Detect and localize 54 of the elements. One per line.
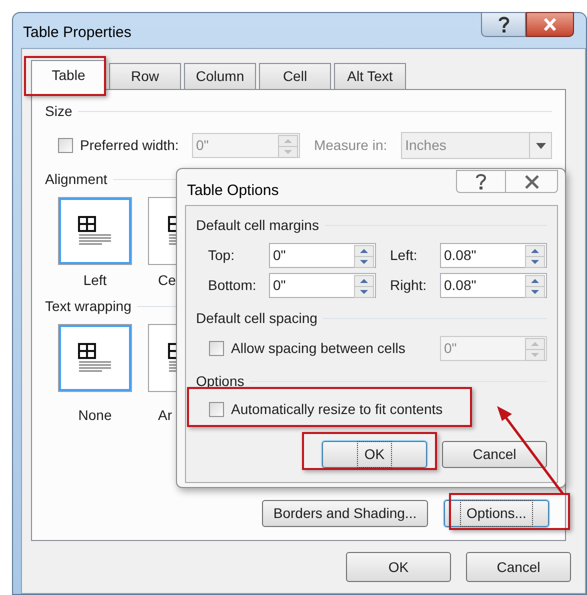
spinner-icon [525,245,545,268]
checkbox[interactable] [209,341,224,356]
option-label: Left [83,271,107,288]
ok-button[interactable]: OK [322,441,427,468]
tab[interactable]: Row [109,63,181,89]
layout-option[interactable] [58,324,132,392]
section-heading: Size [45,102,72,120]
option-label: Ar [158,406,172,423]
section-heading: Alignment [45,170,108,189]
field-label: Right: [390,276,428,295]
checkbox[interactable] [209,402,224,416]
help-icon [498,16,510,33]
borders-button[interactable]: Borders and Shading... [262,500,428,527]
section-heading: Default cell spacing [196,308,318,328]
spin-field[interactable]: 0" [269,243,376,268]
window-title: Table Properties [23,23,132,43]
window-title: Table Options [187,181,279,201]
option-label: Ce [158,271,176,288]
help-button[interactable] [481,12,526,37]
cancel-button[interactable]: Cancel [442,441,547,468]
spinner-icon [278,135,298,158]
close-icon [543,18,557,31]
tab[interactable]: Cell [259,63,331,89]
spinner-icon [525,338,545,361]
cancel-button[interactable]: Cancel [466,552,571,582]
spin-field[interactable]: 0.08" [440,273,547,298]
field-label: Measure in: [314,136,388,155]
spinner-icon [354,245,374,268]
spin-field[interactable]: 0" [269,273,376,298]
spin-field[interactable]: 0.08" [440,243,547,268]
close-button[interactable] [526,12,574,37]
options-button[interactable]: Options... [444,500,549,527]
help-button[interactable] [456,170,506,193]
dropdown-arrow-icon [536,142,546,148]
close-icon [524,174,540,188]
checkbox-label: Automatically resize to fit contents [231,400,443,419]
layout-option[interactable] [58,197,132,265]
spinner-icon [354,275,374,298]
section-heading: Text wrapping [45,296,132,316]
ok-button[interactable]: OK [346,552,451,582]
spinner-icon [525,275,545,298]
section-heading: Default cell margins [196,216,319,235]
tab[interactable]: Alt Text [334,63,406,89]
checkbox-label: Allow spacing between cells [231,339,406,358]
help-icon [475,173,487,190]
field-label: Left: [390,246,418,265]
field-label: Top: [208,246,236,265]
field-label: Bottom: [208,276,258,295]
option-label: None [78,406,112,423]
field-label: Preferred width: [80,136,180,155]
close-button[interactable] [506,170,558,193]
tab[interactable]: Table [31,60,106,90]
tab[interactable]: Column [184,63,256,89]
section-heading: Options [196,372,244,390]
